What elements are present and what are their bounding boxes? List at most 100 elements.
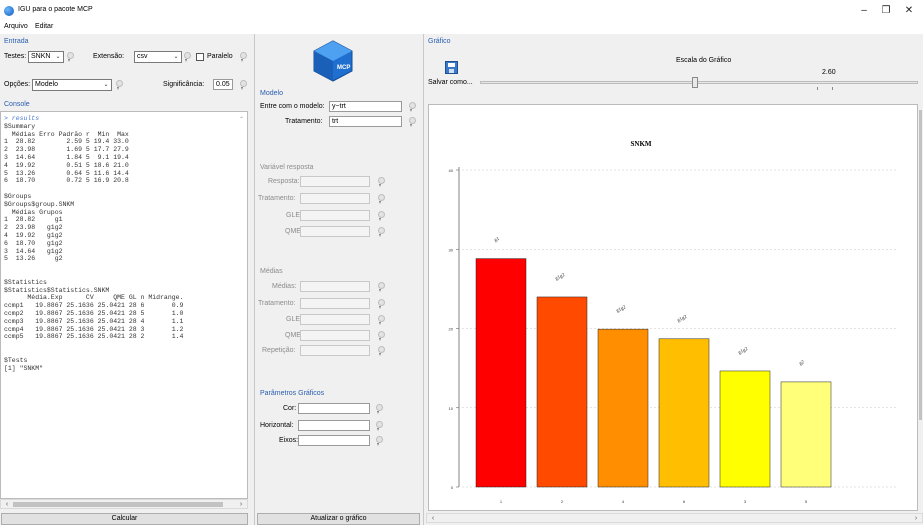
bar: [658, 338, 710, 488]
resposta-label: Resposta:: [268, 178, 300, 185]
med-gle-spin[interactable]: [378, 315, 385, 327]
medias-group-title: Médias: [260, 268, 283, 275]
y-tick-label: 30: [449, 247, 454, 252]
resposta-spin[interactable]: [378, 177, 385, 189]
plot-vertical-scrollbar[interactable]: [918, 104, 923, 511]
tratamento-input[interactable]: trt: [329, 116, 402, 127]
medias-input[interactable]: [300, 281, 370, 292]
chevron-left-icon[interactable]: ‹: [2, 500, 12, 509]
horizontal-spin[interactable]: [376, 421, 383, 433]
testes-select[interactable]: SNKN ⌄: [28, 51, 64, 63]
testes-spin[interactable]: [67, 52, 74, 64]
grafico-group-title: Gráfico: [428, 38, 451, 45]
qme-input[interactable]: [300, 226, 370, 237]
testes-value: SNKN: [31, 53, 51, 60]
med-qme-input[interactable]: [300, 330, 370, 341]
divider: [254, 34, 255, 525]
cor-input[interactable]: [298, 403, 370, 414]
console-line: Médias Erro Padrão r Min Max: [11, 130, 129, 138]
scrollbar-thumb[interactable]: [13, 502, 223, 507]
plot-horizontal-scrollbar[interactable]: ‹ ›: [426, 513, 923, 523]
gle-spin[interactable]: [378, 211, 385, 223]
var-tratamento-spin[interactable]: [378, 194, 385, 206]
escala-slider[interactable]: [480, 76, 918, 90]
horizontal-label: Horizontal:: [260, 422, 294, 429]
opcoes-label: Opções:: [4, 81, 31, 88]
med-tratamento-spin[interactable]: [378, 299, 385, 311]
tratamento-spin[interactable]: [409, 117, 416, 129]
chevron-up-icon[interactable]: ⌃: [239, 116, 244, 123]
y-tick-label: 10: [449, 406, 454, 411]
slider-thumb[interactable]: [692, 77, 698, 88]
resposta-input[interactable]: [300, 176, 370, 187]
calcular-button[interactable]: Calcular: [1, 513, 248, 525]
console-line: 5 13.26 0.64 5 11.6 14.4: [4, 169, 129, 177]
scrollbar-thumb[interactable]: [919, 110, 922, 420]
console-horizontal-scrollbar[interactable]: ‹ ›: [0, 499, 248, 509]
salvar-como-button[interactable]: Salvar como...: [428, 79, 473, 86]
paralelo-label: Paralelo: [207, 53, 233, 60]
bar-group-label: g1g2: [738, 347, 750, 356]
significancia-spin[interactable]: [240, 80, 247, 92]
modelo-spin[interactable]: [409, 102, 416, 114]
bar: [597, 328, 649, 488]
divider: [423, 34, 424, 525]
menu-arquivo[interactable]: Arquivo: [4, 23, 28, 30]
console-line: 2 23.98 1.69 5 17.7 27.9: [4, 146, 129, 154]
bar-group-label: g2: [799, 360, 806, 367]
modelo-input[interactable]: y~trt: [329, 101, 402, 112]
eixos-input[interactable]: [298, 435, 370, 446]
console-line: 3 14.64 1.84 5 9.1 19.4: [4, 153, 129, 161]
chevron-right-icon[interactable]: ›: [236, 500, 246, 509]
atualizar-grafico-button[interactable]: Atualizar o gráfico: [257, 513, 420, 525]
console-line: $Summary: [4, 122, 36, 130]
console-line: Médias Grupos: [11, 208, 63, 216]
medias-label: Médias:: [272, 283, 297, 290]
console-line: 1 28.82 g1: [4, 216, 63, 224]
repeticao-input[interactable]: [300, 345, 370, 356]
cor-label: Cor:: [283, 405, 297, 412]
med-gle-input[interactable]: [300, 314, 370, 325]
snkm-bar-chart: SNKM 0 10 20 30 40 g1 1 g1g2 2 g1g2 4 g1g2 6 g1g2 3 g2…: [449, 140, 897, 504]
bar: [780, 381, 832, 488]
console-output[interactable]: > results $Summary Médias Erro Padrão r …: [0, 111, 248, 499]
parametros-group-title: Parâmetros Gráficos: [260, 390, 325, 397]
opcoes-spin[interactable]: [116, 80, 123, 92]
console-line: ccmp3 19.8867 25.1636 25.0421 28 4 1.1: [4, 317, 184, 325]
paralelo-checkbox[interactable]: [196, 53, 204, 61]
med-gle-label: GLE: [286, 316, 301, 323]
logo-text: MCP: [337, 65, 350, 71]
extensao-spin[interactable]: [184, 52, 191, 64]
menu-editar[interactable]: Editar: [35, 23, 53, 30]
med-tratamento-input[interactable]: [300, 298, 370, 309]
console-line: $Groups$group.SNKM: [4, 200, 75, 208]
x-tick-label: 2: [561, 499, 564, 504]
qme-spin[interactable]: [378, 227, 385, 239]
med-qme-spin[interactable]: [378, 331, 385, 343]
medias-spin[interactable]: [378, 282, 385, 294]
maximize-button[interactable]: ❐: [876, 4, 896, 18]
gle-input[interactable]: [300, 210, 370, 221]
chart-title: SNKM: [631, 140, 652, 148]
horizontal-input[interactable]: [298, 420, 370, 431]
y-tick-label: 40: [449, 168, 454, 173]
minimize-button[interactable]: –: [854, 4, 874, 18]
significancia-input[interactable]: 0.05: [213, 79, 233, 90]
console-title: Console: [4, 101, 30, 108]
var-tratamento-input[interactable]: [300, 193, 370, 204]
bar: [719, 370, 771, 488]
opcoes-select[interactable]: Modelo ⌄: [32, 79, 112, 91]
repeticao-spin[interactable]: [378, 346, 385, 358]
cor-spin[interactable]: [376, 404, 383, 416]
chevron-left-icon[interactable]: ‹: [428, 514, 438, 523]
slider-tick: [832, 87, 833, 90]
close-button[interactable]: ✕: [899, 4, 919, 18]
console-line: ccmp2 19.8867 25.1636 25.0421 28 5 1.0: [4, 309, 184, 317]
eixos-spin[interactable]: [376, 436, 383, 448]
extensao-select[interactable]: csv ⌄: [134, 51, 182, 63]
save-icon[interactable]: [445, 61, 458, 74]
chevron-right-icon[interactable]: ›: [911, 514, 921, 523]
paralelo-spin[interactable]: [240, 52, 247, 64]
tratamento-label: Tratamento:: [285, 118, 323, 125]
var-tratamento-label: Tratamento:: [258, 195, 296, 202]
